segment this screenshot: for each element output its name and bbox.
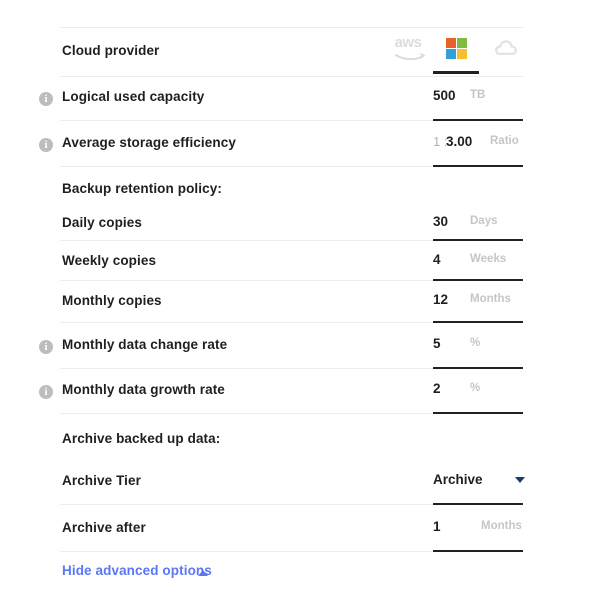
monthly-copies-value: 12 — [433, 292, 448, 307]
daily-copies-label: Daily copies — [62, 215, 142, 230]
cloud-provider-label: Cloud provider — [62, 43, 159, 58]
monthly-data-change-rate-label: Monthly data change rate — [62, 337, 227, 352]
chevron-down-icon[interactable] — [515, 477, 525, 483]
info-icon[interactable] — [39, 385, 53, 399]
logical-used-capacity-unit: TB — [470, 89, 485, 101]
daily-copies-unit: Days — [470, 215, 498, 227]
monthly-copies-input[interactable]: 12 Months — [433, 290, 523, 314]
daily-copies-value: 30 — [433, 214, 448, 229]
archive-tier-select[interactable]: Archive — [433, 470, 523, 494]
selected-provider-underline — [433, 71, 479, 74]
row-archive-after: Archive after 1 Months — [0, 507, 600, 553]
daily-copies-input[interactable]: 30 Days — [433, 212, 523, 236]
row-average-storage-efficiency: Average storage efficiency 1 : 3.00 Rati… — [0, 122, 600, 168]
divider-monthly-copies — [60, 322, 523, 323]
logical-used-capacity-value: 500 — [433, 88, 456, 103]
provider-option-azure[interactable] — [433, 32, 479, 64]
chevron-up-icon[interactable] — [198, 570, 208, 576]
row-logical-used-capacity: Logical used capacity 500 TB — [0, 76, 600, 122]
info-icon[interactable] — [39, 92, 53, 106]
archive-after-label: Archive after — [62, 520, 146, 535]
weekly-copies-label: Weekly copies — [62, 253, 156, 268]
monthly-data-change-rate-value: 5 — [433, 336, 441, 351]
archive-tier-selected-value: Archive — [433, 472, 483, 487]
section-archive-backed-up-data: Archive backed up data: — [62, 431, 220, 446]
monthly-data-growth-rate-value: 2 — [433, 381, 441, 396]
weekly-copies-input[interactable]: 4 Weeks — [433, 250, 523, 274]
info-icon[interactable] — [39, 138, 53, 152]
archive-after-unit: Months — [481, 520, 522, 532]
weekly-copies-unit: Weeks — [470, 253, 506, 265]
divider-archive-tier — [60, 504, 523, 505]
divider-logical-used-capacity — [60, 120, 523, 121]
average-storage-efficiency-input[interactable]: 1 : 3.00 Ratio — [433, 132, 523, 156]
monthly-data-change-rate-unit: % — [470, 337, 480, 349]
monthly-copies-unit: Months — [470, 293, 511, 305]
provider-option-gcp[interactable] — [483, 32, 529, 64]
monthly-data-growth-rate-label: Monthly data growth rate — [62, 382, 225, 397]
average-storage-efficiency-label: Average storage efficiency — [62, 135, 236, 150]
row-monthly-data-growth-rate: Monthly data growth rate 2 % — [0, 369, 600, 415]
google-cloud-icon — [493, 37, 519, 59]
logical-used-capacity-input[interactable]: 500 TB — [433, 86, 523, 110]
hide-advanced-options-link[interactable]: Hide advanced options — [62, 563, 212, 578]
row-monthly-data-change-rate: Monthly data change rate 5 % — [0, 324, 600, 370]
archive-after-value: 1 — [433, 519, 441, 534]
weekly-copies-value: 4 — [433, 252, 441, 267]
aws-icon: aws — [388, 35, 428, 61]
top-divider — [60, 27, 523, 28]
row-archive-tier: Archive Tier Archive — [0, 460, 600, 506]
divider-monthly-data-growth-rate — [60, 413, 523, 414]
monthly-data-growth-rate-input[interactable]: 2 % — [433, 379, 523, 403]
monthly-data-change-rate-input[interactable]: 5 % — [433, 334, 523, 358]
archive-after-input[interactable]: 1 Months — [433, 517, 523, 541]
cloud-provider-options: aws — [385, 32, 530, 64]
average-storage-efficiency-unit: Ratio — [490, 135, 519, 147]
section-backup-retention-policy: Backup retention policy: — [62, 181, 222, 196]
average-storage-efficiency-value: 3.00 — [446, 134, 472, 149]
provider-option-aws[interactable]: aws — [385, 32, 431, 64]
info-icon[interactable] — [39, 340, 53, 354]
monthly-data-growth-rate-unit: % — [470, 382, 480, 394]
microsoft-azure-icon — [446, 38, 467, 59]
cloud-cost-calculator-form: Cloud provider aws — [0, 0, 600, 590]
row-monthly-copies: Monthly copies 12 Months — [0, 280, 600, 326]
logical-used-capacity-label: Logical used capacity — [62, 89, 204, 104]
monthly-copies-label: Monthly copies — [62, 293, 162, 308]
archive-tier-label: Archive Tier — [62, 473, 141, 488]
divider-average-storage-efficiency — [60, 166, 523, 167]
divider-archive-after — [60, 551, 523, 552]
